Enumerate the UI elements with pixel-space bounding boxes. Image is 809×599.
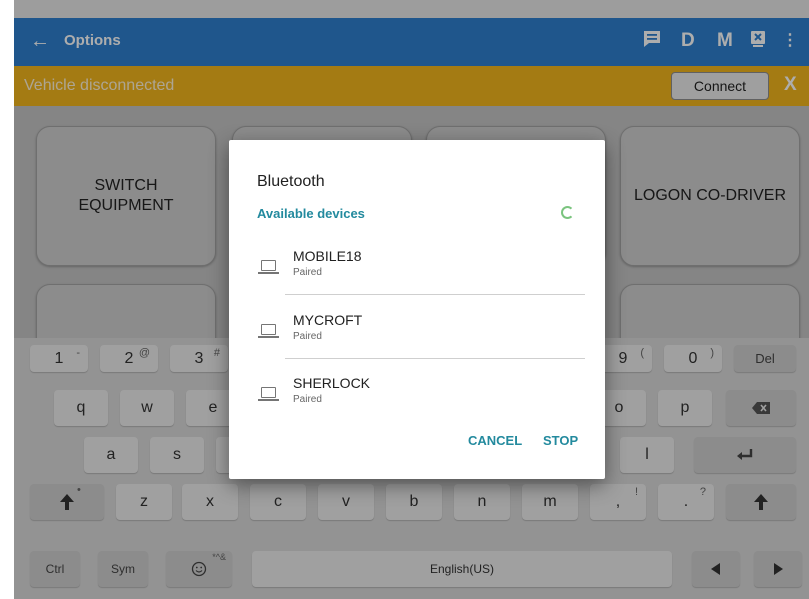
laptop-icon	[258, 387, 279, 401]
device-status: Paired	[293, 331, 322, 342]
divider	[285, 358, 585, 359]
loading-spinner-icon	[561, 206, 574, 219]
dialog-title: Bluetooth	[257, 173, 325, 190]
device-status: Paired	[293, 267, 322, 278]
device-row-mycroft[interactable]: MYCROFT Paired	[229, 312, 605, 368]
available-devices-label: Available devices	[257, 206, 365, 221]
cancel-button[interactable]: CANCEL	[468, 433, 522, 448]
device-status: Paired	[293, 394, 322, 405]
device-name: MOBILE18	[293, 248, 362, 264]
divider	[285, 294, 585, 295]
device-row-mobile18[interactable]: MOBILE18 Paired	[229, 248, 605, 304]
device-row-sherlock[interactable]: SHERLOCK Paired	[229, 375, 605, 431]
stop-button[interactable]: STOP	[543, 433, 578, 448]
bluetooth-dialog: Bluetooth Available devices MOBILE18 Pai…	[229, 140, 605, 479]
laptop-icon	[258, 324, 279, 338]
device-name: MYCROFT	[293, 312, 363, 328]
device-name: SHERLOCK	[293, 375, 371, 391]
laptop-icon	[258, 260, 279, 274]
